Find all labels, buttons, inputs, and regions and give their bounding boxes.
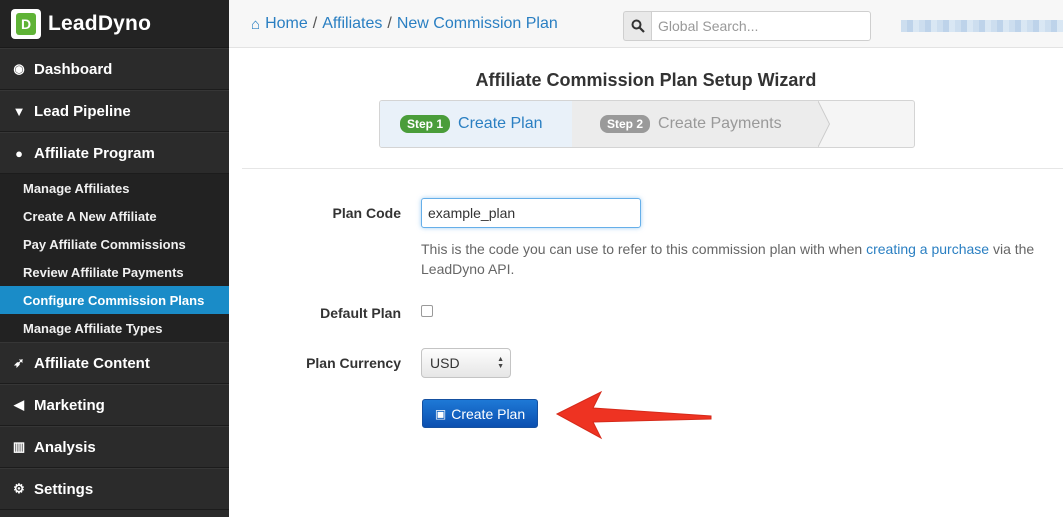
wizard-step-1[interactable]: Step 1 Create Plan [380,101,572,147]
plan-code-help: This is the code you can use to refer to… [421,239,1061,279]
creating-a-purchase-link[interactable]: creating a purchase [866,241,989,257]
sidebar-item-label: Settings [34,480,94,498]
search-input[interactable] [651,11,871,41]
filter-icon: ▼ [12,103,26,119]
search-button[interactable] [623,11,651,41]
select-value: USD [430,355,460,371]
step-badge: Step 2 [600,115,651,133]
help-text: This is the code you can use to refer to… [421,241,867,257]
plan-currency-label: Plan Currency [306,355,401,371]
step-badge: Step 1 [400,115,451,133]
sidebar-item-affiliate-program[interactable]: ● Affiliate Program [0,132,229,174]
wizard-steps: Step 1 Create Plan Step 2 Create Payment… [379,100,915,148]
step-label: Create Payments [658,115,782,132]
sidebar-item-label: Lead Pipeline [34,102,131,120]
sidebar-item-lead-pipeline[interactable]: ▼ Lead Pipeline [0,90,229,132]
search-icon [631,19,645,33]
brand[interactable]: D LeadDyno [0,0,229,48]
rocket-icon: ➶ [13,355,25,370]
gears-icon: ⚙ [13,481,25,496]
affiliate-program-submenu: Manage Affiliates Create A New Affiliate… [0,174,229,342]
wizard-step-2[interactable]: Step 2 Create Payments [572,101,818,147]
user-icon: ● [15,145,23,161]
megaphone-icon: ◀ [14,397,24,412]
home-icon[interactable]: ⌂ [251,16,260,33]
brand-name: LeadDyno [48,11,152,35]
sidebar-item-label: Affiliate Content [34,354,150,372]
sidebar-subitem-create-affiliate[interactable]: Create A New Affiliate [0,202,229,230]
user-menu-blurred[interactable] [901,20,1063,32]
topbar: ⌂ Home / Affiliates / New Commission Pla… [229,0,1063,48]
default-plan-label: Default Plan [320,305,401,321]
save-icon: ▣ [434,406,447,421]
sidebar-subitem-review-payments[interactable]: Review Affiliate Payments [0,258,229,286]
sidebar-item-label: Marketing [34,396,105,414]
sidebar-item-label: Affiliate Program [34,144,155,162]
step-label: Create Plan [458,115,543,132]
breadcrumb: ⌂ Home / Affiliates / New Commission Pla… [251,15,558,33]
divider [242,168,1063,169]
create-plan-label: Create Plan [451,405,526,422]
page-title: Affiliate Commission Plan Setup Wizard [475,70,817,90]
sidebar-subitem-manage-affiliates[interactable]: Manage Affiliates [0,174,229,202]
annotation-arrow [555,390,712,440]
breadcrumb-home[interactable]: Home [265,15,308,33]
step-chevron [817,101,829,147]
dashboard-icon: ◉ [13,61,25,76]
global-search [623,11,871,41]
sidebar-subitem-pay-commissions[interactable]: Pay Affiliate Commissions [0,230,229,258]
bar-chart-icon: ▥ [12,439,26,454]
sidebar-item-dashboard[interactable]: ◉ Dashboard [0,48,229,90]
sidebar-item-affiliate-content[interactable]: ➶ Affiliate Content [0,342,229,384]
sidebar-item-marketing[interactable]: ◀ Marketing [0,384,229,426]
default-plan-checkbox[interactable] [421,305,433,317]
sidebar-item-label: Dashboard [34,60,113,78]
breadcrumb-affiliates[interactable]: Affiliates [322,15,382,33]
create-plan-button[interactable]: ▣ Create Plan [422,399,538,428]
sidebar-item-analysis[interactable]: ▥ Analysis [0,426,229,468]
breadcrumb-separator: / [387,15,392,32]
select-arrows-icon: ▲ ▼ [497,356,504,370]
plan-code-input[interactable] [421,198,641,228]
sidebar-subitem-configure-commission-plans[interactable]: Configure Commission Plans [0,286,229,314]
plan-currency-select[interactable]: USD ▲ ▼ [421,348,511,378]
logo-mark: D [16,12,36,35]
sidebar-item-label: Analysis [34,438,96,456]
sidebar-item-settings[interactable]: ⚙ Settings [0,468,229,510]
logo: D [11,8,41,39]
breadcrumb-current[interactable]: New Commission Plan [397,15,558,33]
sidebar: D LeadDyno ◉ Dashboard ▼ Lead Pipeline ●… [0,0,229,517]
breadcrumb-separator: / [312,15,318,32]
sidebar-subitem-manage-affiliate-types[interactable]: Manage Affiliate Types [0,314,229,342]
plan-code-label: Plan Code [332,205,401,221]
